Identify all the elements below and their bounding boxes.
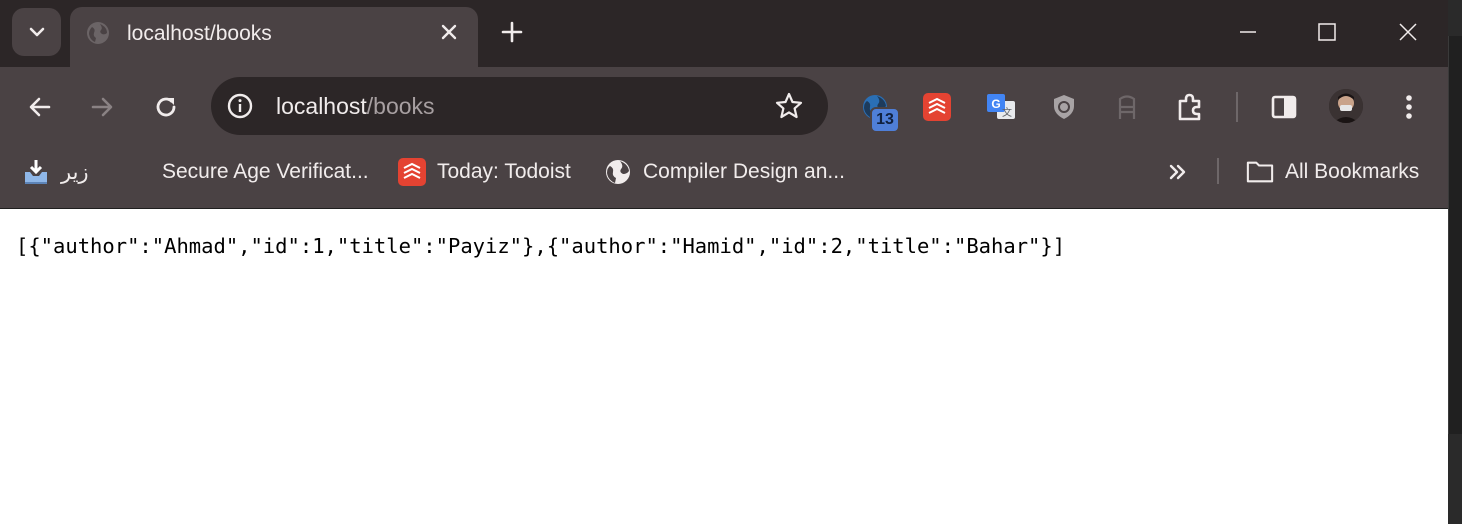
bookmark-label: زیر bbox=[61, 160, 89, 184]
todoist-icon bbox=[923, 93, 951, 121]
kebab-menu-icon bbox=[1406, 95, 1412, 119]
puzzle-icon bbox=[1178, 93, 1201, 121]
bookmarks-bar: زیر Secure Age Verificat... Today: Todoi… bbox=[0, 146, 1448, 355]
minimize-button[interactable] bbox=[1228, 12, 1268, 52]
bookmark-item[interactable]: Today: Todoist bbox=[398, 146, 571, 198]
tab-strip: localhost/books bbox=[0, 0, 1448, 67]
download-tray-icon bbox=[22, 158, 50, 186]
toolbar-divider bbox=[1236, 92, 1238, 122]
bookmark-item[interactable]: زیر bbox=[22, 146, 89, 198]
bookmark-star-icon[interactable] bbox=[774, 91, 804, 121]
minimize-icon bbox=[1240, 31, 1256, 33]
all-bookmarks-button[interactable]: All Bookmarks bbox=[1246, 146, 1419, 198]
chevron-down-icon bbox=[29, 27, 44, 37]
bookmarks-divider bbox=[1217, 158, 1219, 184]
disabled-extension-button[interactable] bbox=[1109, 89, 1145, 125]
side-panel-button[interactable] bbox=[1266, 89, 1302, 125]
back-button[interactable] bbox=[20, 87, 60, 127]
svg-text:文: 文 bbox=[1002, 106, 1012, 119]
todoist-extension-button[interactable] bbox=[919, 89, 955, 125]
folder-icon bbox=[1246, 158, 1274, 186]
bookmark-label: Secure Age Verificat... bbox=[162, 160, 369, 183]
address-bar[interactable]: localhost/books bbox=[211, 77, 828, 135]
shield-icon bbox=[1054, 95, 1074, 119]
maximize-button[interactable] bbox=[1307, 12, 1347, 52]
bookmark-item[interactable]: Secure Age Verificat... bbox=[162, 146, 369, 198]
svg-text:G: G bbox=[991, 97, 1000, 111]
reload-icon bbox=[156, 97, 176, 117]
extensions-menu-button[interactable] bbox=[1172, 89, 1208, 125]
tab-close-button[interactable] bbox=[436, 19, 462, 45]
url-path: /books bbox=[366, 93, 435, 119]
reload-button[interactable] bbox=[146, 87, 186, 127]
extension-badge: 13 bbox=[870, 107, 900, 133]
all-bookmarks-label: All Bookmarks bbox=[1285, 160, 1420, 183]
chair-icon bbox=[1118, 95, 1136, 119]
double-chevron-right-icon bbox=[1169, 164, 1186, 180]
translate-icon: G 文 bbox=[987, 94, 1015, 119]
maximize-icon bbox=[1318, 23, 1336, 41]
site-info-icon[interactable] bbox=[227, 93, 253, 119]
new-tab-button[interactable] bbox=[496, 16, 528, 48]
json-response-text: [{"author":"Ahmad","id":1,"title":"Payiz… bbox=[16, 234, 1066, 258]
tab-active[interactable]: localhost/books bbox=[70, 7, 478, 67]
shield-extension-button[interactable] bbox=[1046, 89, 1082, 125]
tab-search-button[interactable] bbox=[12, 8, 61, 56]
bookmark-label: Today: Todoist bbox=[437, 160, 571, 183]
url-text[interactable]: localhost/books bbox=[276, 91, 435, 121]
chrome-menu-button[interactable] bbox=[1391, 89, 1427, 125]
bookmark-label: Compiler Design an... bbox=[643, 160, 845, 183]
tab-title: localhost/books bbox=[127, 22, 272, 45]
close-window-button[interactable] bbox=[1388, 12, 1428, 52]
browser-window: localhost/books localhost/books 13 G 文 ز… bbox=[0, 0, 1448, 524]
arrow-left-icon bbox=[29, 97, 51, 117]
url-host: localhost bbox=[276, 93, 367, 119]
desktop-background-strip bbox=[1448, 0, 1462, 524]
globe-icon bbox=[87, 22, 109, 44]
bookmark-item[interactable]: Compiler Design an... bbox=[604, 146, 845, 198]
background-window-edge bbox=[1448, 36, 1462, 434]
avatar-icon bbox=[1329, 89, 1363, 123]
forward-button[interactable] bbox=[82, 87, 122, 127]
toolbar: localhost/books 13 G 文 bbox=[0, 67, 1448, 146]
side-panel-icon bbox=[1271, 95, 1297, 119]
globe-icon bbox=[604, 158, 632, 186]
google-translate-button[interactable]: G 文 bbox=[983, 89, 1019, 125]
profile-avatar[interactable] bbox=[1329, 89, 1363, 123]
todoist-icon bbox=[398, 158, 426, 186]
plus-icon bbox=[501, 21, 523, 43]
page-content: [{"author":"Ahmad","id":1,"title":"Payiz… bbox=[0, 209, 1448, 524]
close-icon bbox=[1399, 23, 1417, 41]
arrow-right-icon bbox=[91, 97, 113, 117]
bookmarks-overflow-button[interactable] bbox=[1166, 146, 1190, 198]
close-icon bbox=[441, 24, 457, 40]
